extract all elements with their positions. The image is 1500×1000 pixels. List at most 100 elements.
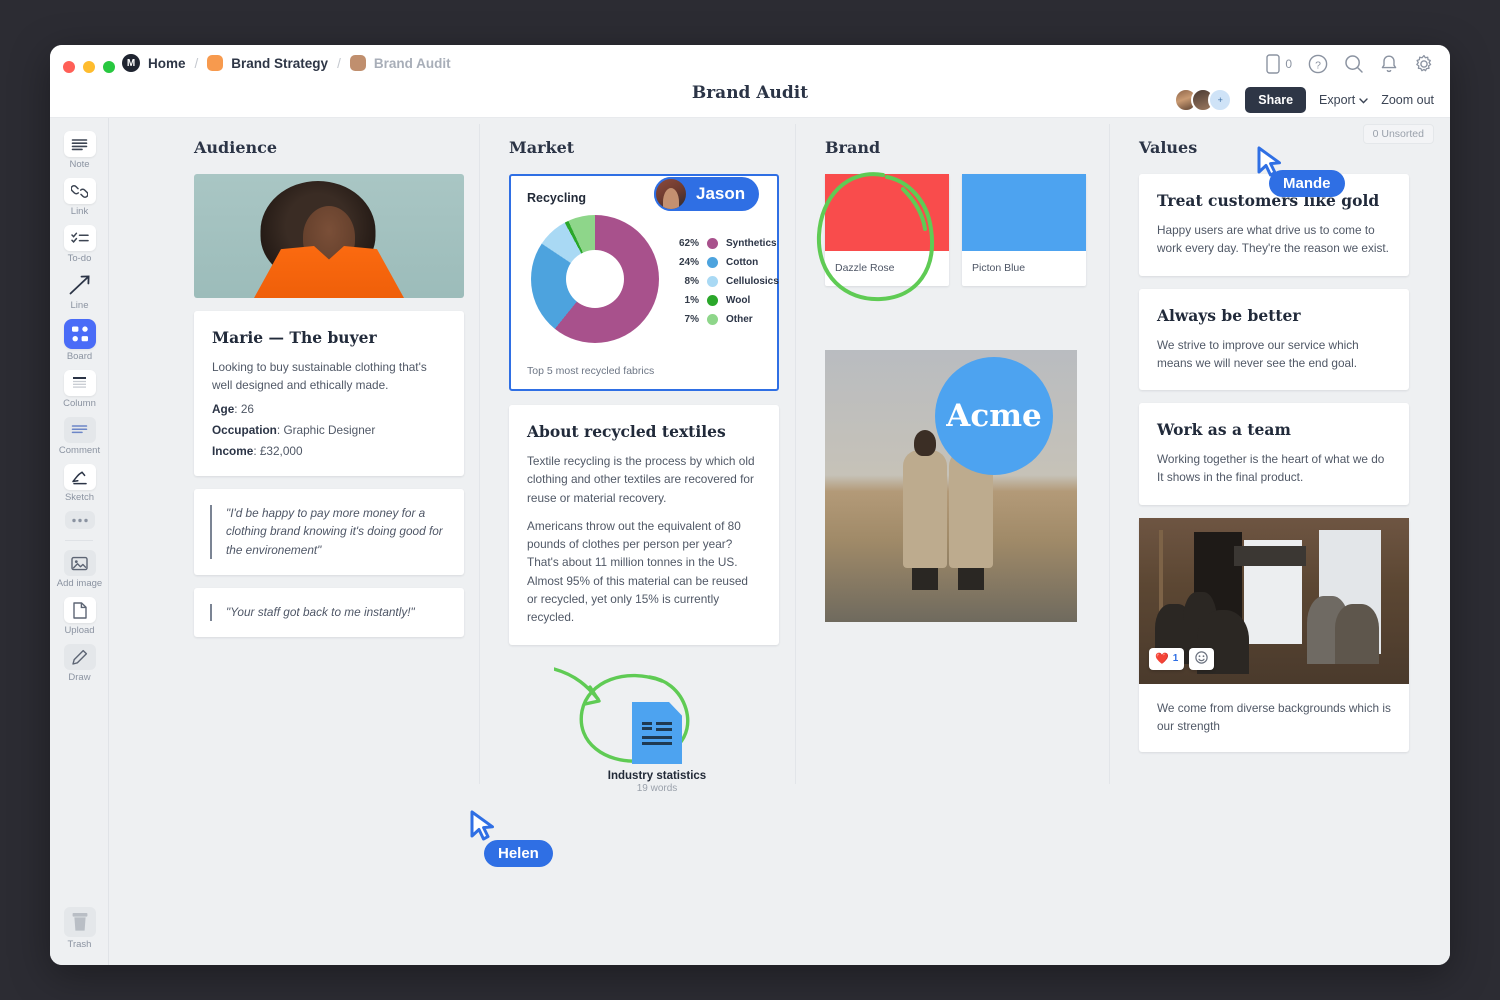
persona-field-age: Age: 26 [212, 402, 446, 416]
help-icon[interactable]: ? [1308, 54, 1328, 74]
quote-card[interactable]: "I'd be happy to pay more money for a cl… [194, 489, 464, 576]
avatar[interactable]: + [1208, 88, 1232, 112]
tool-label: Link [71, 206, 88, 217]
maximize-window-button[interactable] [103, 61, 115, 73]
acme-logo[interactable]: Acme [935, 357, 1053, 475]
column-icon [64, 370, 96, 396]
quote-bar [210, 604, 212, 621]
legend-label: Synthetics [726, 238, 777, 249]
team-photo-card[interactable]: ❤️ 1 We come from diverse backgrounds w [1139, 518, 1409, 753]
mobile-icon[interactable] [1266, 54, 1280, 74]
quote-bar [210, 505, 212, 560]
tool-label: Draw [68, 672, 90, 683]
legend-item: 1%Wool [673, 295, 779, 306]
persona-card[interactable]: Marie — The buyer Looking to buy sustain… [194, 311, 464, 476]
export-label: Export [1319, 93, 1355, 107]
svg-text:?: ? [1315, 59, 1321, 71]
chart-body: 62%Synthetics24%Cotton8%Cellulosics1%Woo… [527, 215, 761, 343]
photo-reactions[interactable]: ❤️ 1 [1149, 648, 1214, 670]
acme-logo-text: Acme [946, 398, 1041, 434]
tool-label: Trash [68, 939, 92, 950]
quote-card[interactable]: "Your staff got back to me instantly!" [194, 588, 464, 637]
cursor-label-mande: Mande [1269, 170, 1345, 197]
field-value: £32,000 [260, 444, 303, 458]
tool-sketch[interactable]: Sketch [50, 459, 109, 506]
tool-draw[interactable]: Draw [50, 639, 109, 686]
swatch-name: Picton Blue [962, 251, 1086, 286]
persona-field-occupation: Occupation: Graphic Designer [212, 423, 446, 437]
legend-color-dot [707, 295, 718, 306]
column-values: Values Treat customers like gold Happy u… [1139, 138, 1409, 765]
export-button[interactable]: Export [1319, 93, 1368, 107]
minimize-window-button[interactable] [83, 61, 95, 73]
file-word-count: 19 words [577, 783, 737, 794]
field-value: 26 [241, 402, 254, 416]
card-paragraph: Americans throw out the equivalent of 80… [527, 517, 761, 627]
more-dots-icon [65, 511, 95, 529]
color-swatch-dazzle-rose[interactable]: Dazzle Rose [825, 174, 949, 286]
text-document-icon [632, 702, 682, 764]
legend-color-dot [707, 257, 718, 268]
upload-file-icon [64, 597, 96, 623]
chart-legend: 62%Synthetics24%Cotton8%Cellulosics1%Woo… [673, 234, 779, 325]
tool-line[interactable]: Line [50, 267, 109, 314]
tool-comment[interactable]: Comment [50, 412, 109, 459]
persona-photo[interactable] [194, 174, 464, 298]
app-window: M Home / Brand Strategy / Brand Audit Br… [50, 45, 1450, 965]
legend-label: Cotton [726, 257, 758, 268]
cursor-label-helen: Helen [484, 840, 553, 867]
milanote-logo-icon[interactable]: M [122, 54, 140, 72]
legend-item: 7%Other [673, 314, 779, 325]
reaction-heart[interactable]: ❤️ 1 [1149, 648, 1184, 670]
bell-icon[interactable] [1380, 54, 1398, 74]
toolbar-icon-group: 0 ? [1266, 54, 1434, 74]
draw-pencil-icon [64, 644, 96, 670]
chevron-down-icon [1359, 93, 1368, 107]
brown-board-icon [350, 55, 366, 71]
breadcrumb-separator: / [337, 56, 341, 71]
industry-statistics-file[interactable]: Industry statistics 19 words [577, 702, 737, 794]
about-textiles-card[interactable]: About recycled textiles Textile recyclin… [509, 405, 779, 645]
breadcrumb-item-home[interactable]: Home [148, 56, 186, 71]
gear-icon[interactable] [1414, 54, 1434, 74]
add-image-icon [64, 550, 96, 576]
tool-link[interactable]: Link [50, 173, 109, 220]
collaborator-avatars[interactable]: + [1174, 88, 1232, 112]
tool-board[interactable]: Board [50, 314, 109, 365]
close-window-button[interactable] [63, 61, 75, 73]
legend-color-dot [707, 276, 718, 287]
legend-percent: 1% [673, 295, 699, 306]
link-icon [64, 178, 96, 204]
tool-add-image[interactable]: Add image [50, 545, 109, 592]
breadcrumb-item-brand-strategy[interactable]: Brand Strategy [231, 56, 328, 71]
zoom-out-button[interactable]: Zoom out [1381, 93, 1434, 107]
tool-label: Comment [59, 445, 100, 456]
tool-note[interactable]: Note [50, 126, 109, 173]
value-card[interactable]: Always be better We strive to improve ou… [1139, 289, 1409, 391]
value-card[interactable]: Work as a team Working together is the h… [1139, 403, 1409, 505]
tool-label: Board [67, 351, 92, 362]
share-button[interactable]: Share [1245, 87, 1306, 113]
color-swatch-picton-blue[interactable]: Picton Blue [962, 174, 1086, 286]
search-icon[interactable] [1344, 54, 1364, 74]
tool-column[interactable]: Column [50, 365, 109, 412]
left-toolbar: Note Link To-do Line [50, 118, 109, 965]
tool-more[interactable] [50, 506, 109, 532]
board-canvas[interactable]: 0 Unsorted Audience Marie — The buyer Lo… [109, 118, 1450, 965]
column-audience: Audience Marie — The buyer Looking to bu… [194, 138, 464, 650]
breadcrumb-item-brand-audit[interactable]: Brand Audit [374, 56, 451, 71]
legend-percent: 24% [673, 257, 699, 268]
reaction-add-emoji[interactable] [1189, 648, 1214, 670]
tool-todo[interactable]: To-do [50, 220, 109, 267]
tool-trash[interactable]: Trash [50, 902, 109, 953]
file-name: Industry statistics [577, 770, 737, 782]
cursor-pointer-icon [469, 810, 497, 842]
heart-icon: ❤️ [1155, 652, 1169, 665]
column-title: Audience [194, 138, 464, 157]
legend-color-dot [707, 238, 718, 249]
tool-upload[interactable]: Upload [50, 592, 109, 639]
window-traffic-lights [63, 61, 115, 73]
cursor-name: Jason [688, 184, 759, 204]
note-icon [64, 131, 96, 157]
legend-percent: 62% [673, 238, 699, 249]
